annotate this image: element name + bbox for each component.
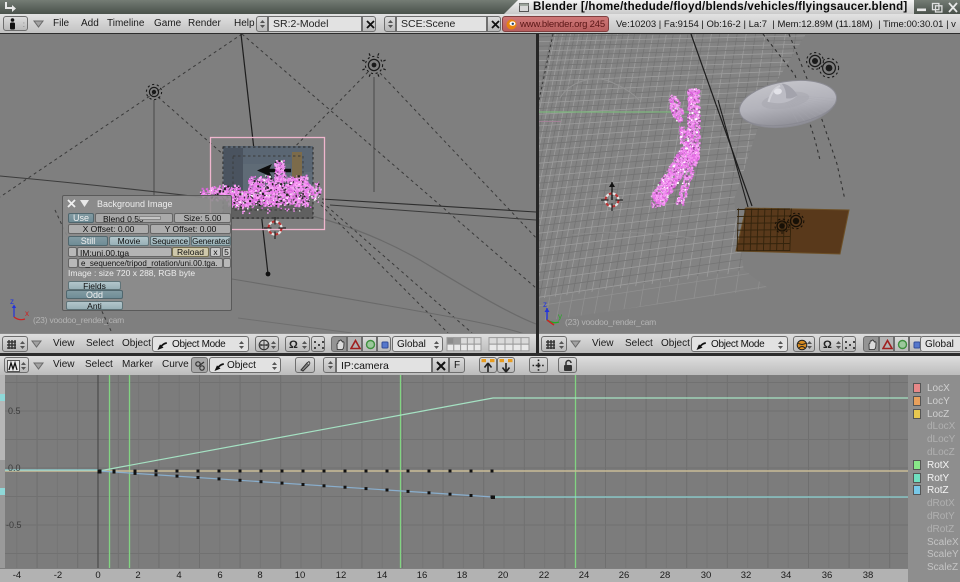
svg-text:z: z [10,297,14,306]
svg-text:x: x [25,309,29,318]
svg-text:(23) voodoo_render_cam: (23) voodoo_render_cam [33,315,124,325]
